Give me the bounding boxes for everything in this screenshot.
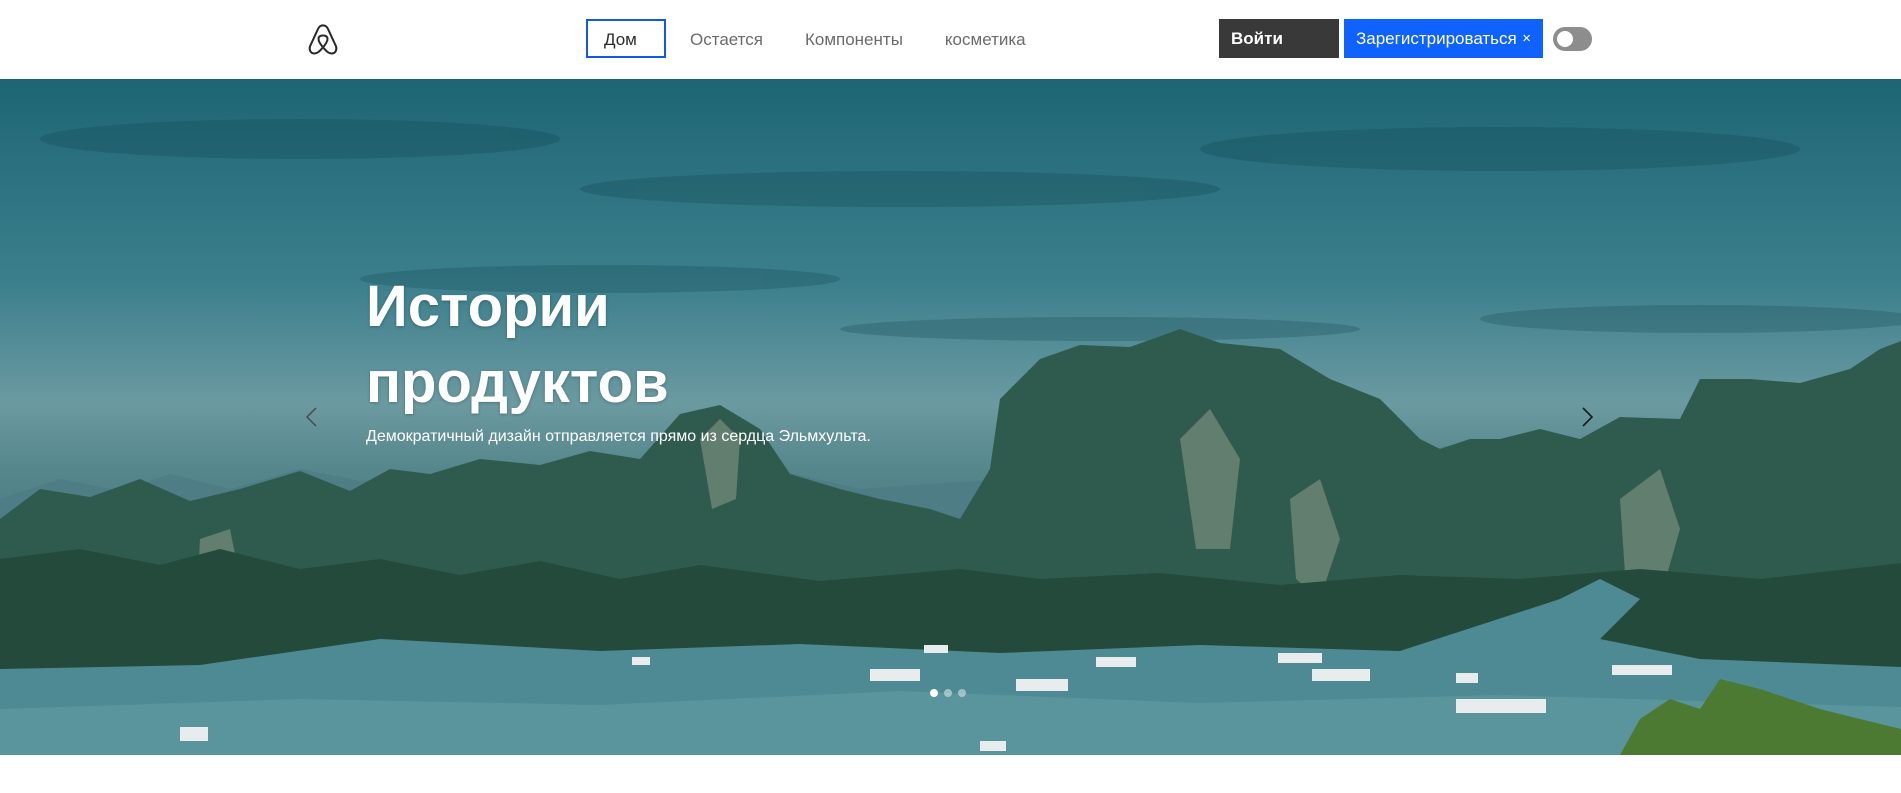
airbnb-logo-icon[interactable] (305, 22, 341, 58)
carousel-dot[interactable] (958, 689, 966, 697)
hero-background-image (0, 119, 1901, 755)
nav-item-home[interactable]: Дом (586, 19, 666, 58)
carousel-dot[interactable] (944, 689, 952, 697)
chevron-left-icon[interactable] (302, 402, 322, 432)
signup-button[interactable]: Зарегистрироваться × (1344, 19, 1543, 58)
login-button[interactable]: Войти (1219, 19, 1339, 58)
main-nav: Дом Остается Компоненты косметика (586, 19, 1050, 58)
hero-carousel: Истории продуктов Демократичный дизайн о… (0, 79, 1901, 755)
close-icon[interactable]: × (1522, 19, 1531, 58)
theme-toggle[interactable] (1553, 26, 1592, 51)
hero-title: Истории продуктов (366, 274, 669, 415)
chevron-right-icon[interactable] (1577, 402, 1597, 432)
nav-item-stays[interactable]: Остается (672, 19, 781, 58)
header-actions: Войти Зарегистрироваться × (1219, 19, 1592, 58)
toggle-knob (1557, 30, 1573, 47)
signup-button-label: Зарегистрироваться (1356, 29, 1517, 48)
hero-subtitle: Демократичный дизайн отправляется прямо … (366, 428, 871, 445)
carousel-dots (930, 689, 966, 697)
carousel-dot[interactable] (930, 689, 938, 697)
nav-item-cosmetics[interactable]: косметика (927, 19, 1044, 58)
nav-item-components[interactable]: Компоненты (787, 19, 921, 58)
top-navigation-bar: Дом Остается Компоненты косметика Войти … (0, 0, 1901, 79)
